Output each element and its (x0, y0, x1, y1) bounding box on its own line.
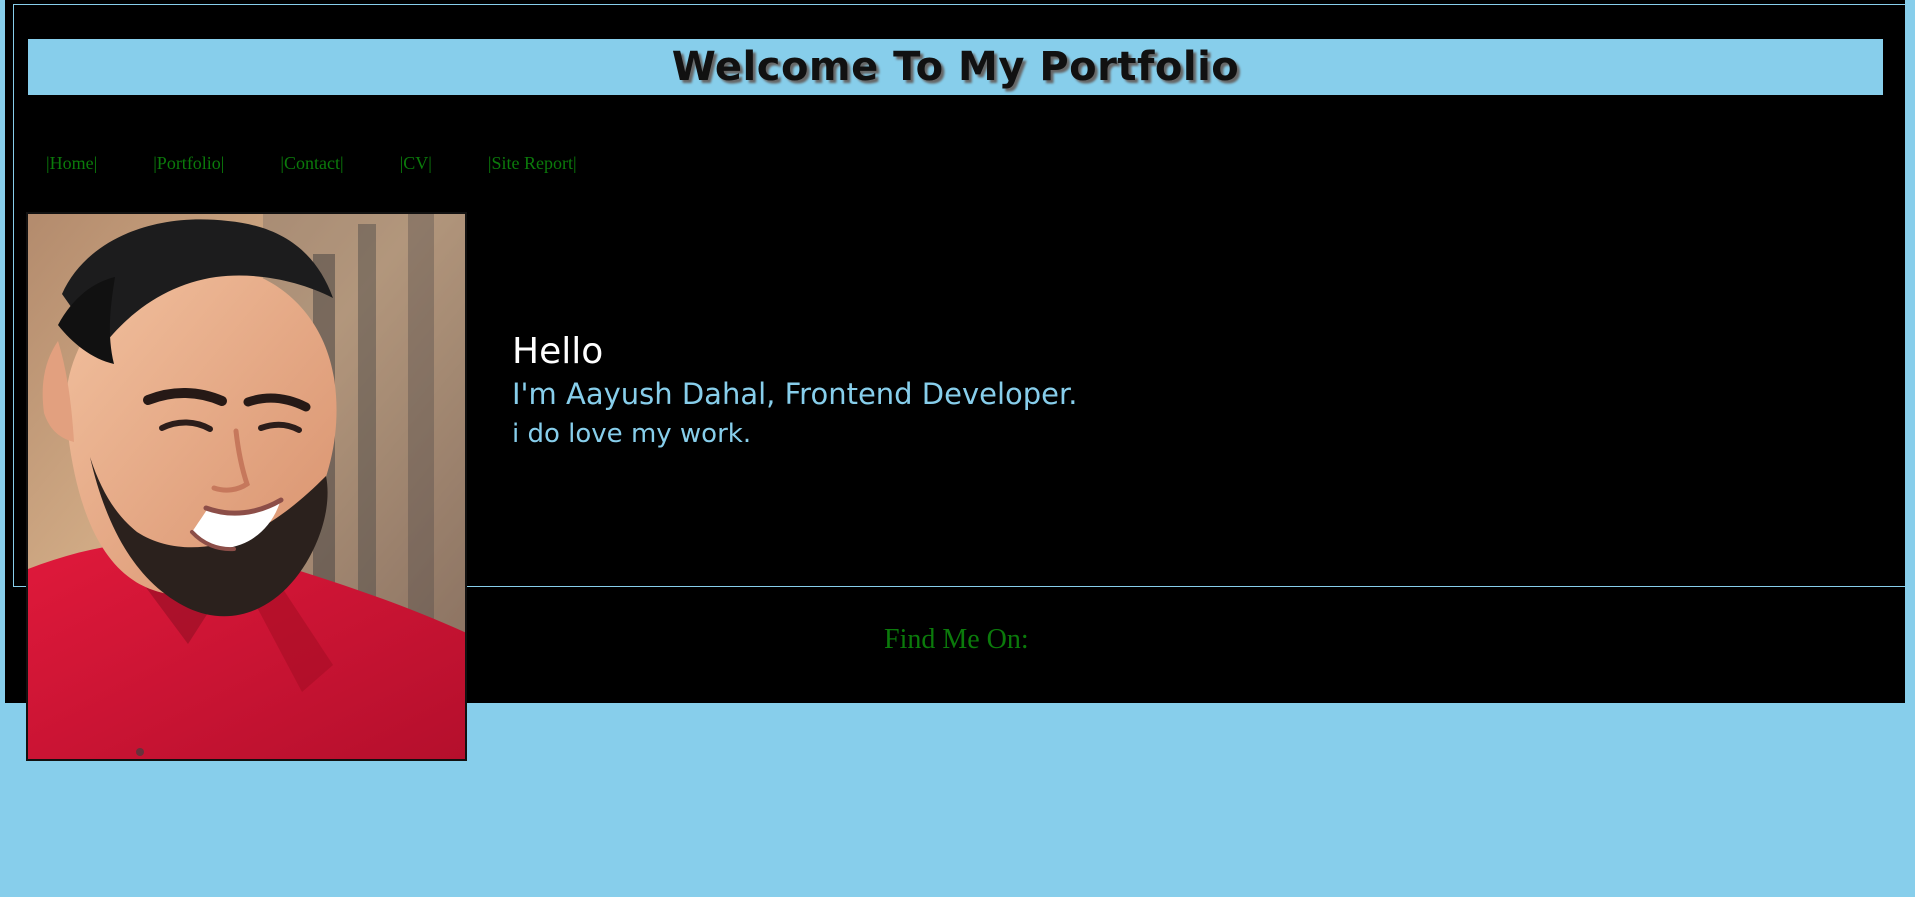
main-nav: |Home| |Portfolio| |Contact| |CV| |Site … (46, 153, 577, 174)
profile-photo-illustration (28, 214, 465, 759)
intro-section: Hello I'm Aayush Dahal, Frontend Develop… (512, 330, 1312, 454)
profile-photo (26, 212, 467, 761)
nav-cv-link[interactable]: |CV| (400, 153, 432, 174)
nav-portfolio-link[interactable]: |Portfolio| (153, 153, 224, 174)
page-title: Welcome To My Portfolio (671, 44, 1240, 90)
intro-headline: I'm Aayush Dahal, Frontend Developer. (512, 377, 1078, 411)
nav-site-report-link[interactable]: |Site Report| (488, 153, 577, 174)
intro-subline: i do love my work. (512, 419, 752, 449)
nav-home-link[interactable]: |Home| (46, 153, 97, 174)
header-bar: Welcome To My Portfolio (28, 39, 1883, 95)
greeting-text: Hello (512, 331, 604, 372)
find-me-label: Find Me On: (884, 624, 1029, 655)
nav-contact-link[interactable]: |Contact| (280, 153, 343, 174)
